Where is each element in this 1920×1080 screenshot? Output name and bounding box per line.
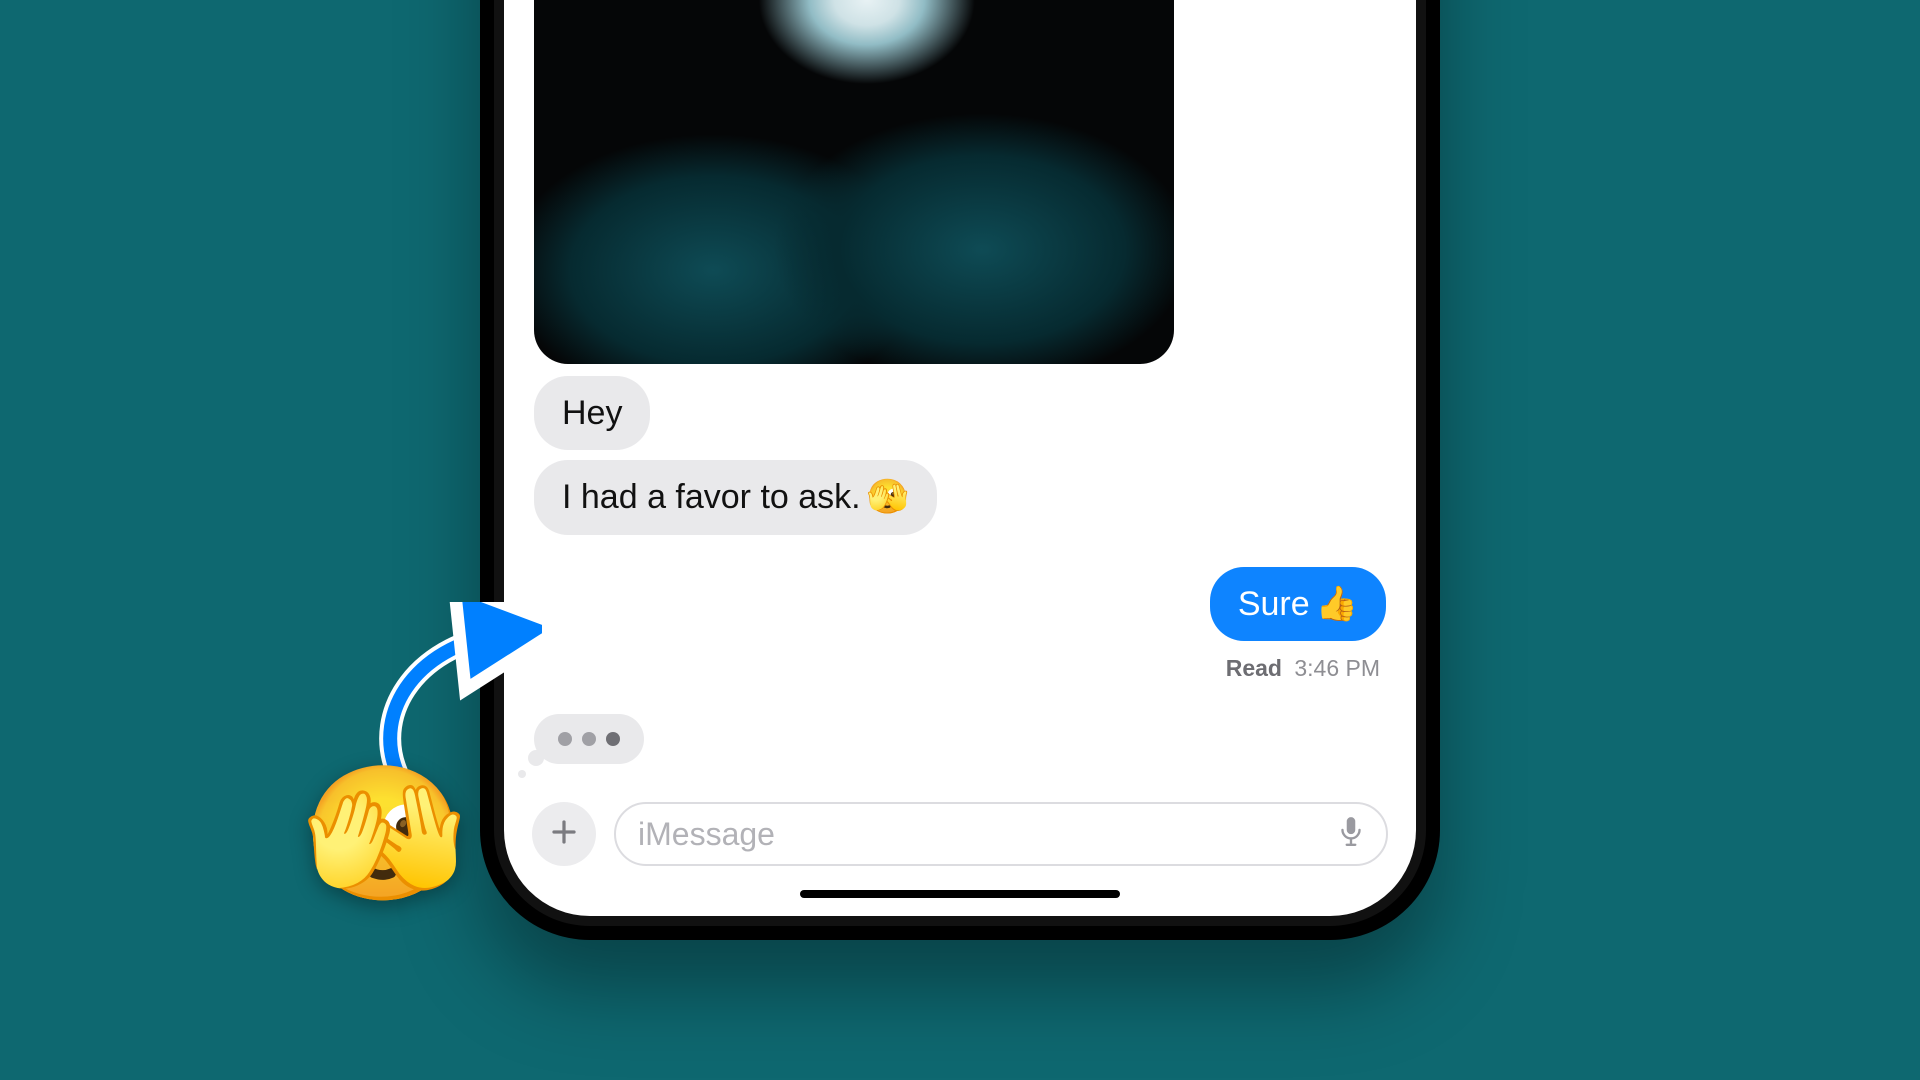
messages-area[interactable]: Hey I had a favor to ask. 🫣 Sure 👍 Read … — [504, 0, 1416, 784]
typing-bubble — [534, 714, 644, 764]
plus-icon — [549, 817, 579, 852]
mic-icon — [1338, 835, 1364, 852]
message-text: I had a favor to ask. — [562, 476, 861, 519]
read-time: 3:46 PM — [1294, 655, 1380, 681]
incoming-bubble[interactable]: Hey — [534, 376, 650, 451]
phone-frame: Hey I had a favor to ask. 🫣 Sure 👍 Read … — [480, 0, 1440, 940]
message-text: Hey — [562, 392, 622, 435]
message-input[interactable]: iMessage — [614, 802, 1388, 866]
home-indicator[interactable] — [800, 890, 1120, 898]
image-attachment[interactable] — [534, 0, 1174, 364]
read-receipt: Read 3:46 PM — [1226, 655, 1380, 682]
thumbs-up-emoji: 👍 — [1316, 583, 1358, 626]
message-text: Sure — [1238, 583, 1310, 626]
screen: Hey I had a favor to ask. 🫣 Sure 👍 Read … — [504, 0, 1416, 916]
add-button[interactable] — [532, 802, 596, 866]
incoming-bubble[interactable]: I had a favor to ask. 🫣 — [534, 460, 937, 535]
typing-dot-icon — [558, 732, 572, 746]
typing-dot-icon — [582, 732, 596, 746]
typing-dot-icon — [606, 732, 620, 746]
read-label: Read — [1226, 655, 1282, 681]
outgoing-bubble[interactable]: Sure 👍 — [1210, 567, 1386, 642]
mic-button[interactable] — [1338, 816, 1364, 853]
message-placeholder: iMessage — [638, 816, 775, 853]
typing-indicator — [534, 714, 644, 764]
annotation-emoji: 🫣 — [302, 768, 466, 900]
peeking-face-emoji: 🫣 — [867, 476, 909, 519]
phone-bezel: Hey I had a favor to ask. 🫣 Sure 👍 Read … — [494, 0, 1426, 926]
